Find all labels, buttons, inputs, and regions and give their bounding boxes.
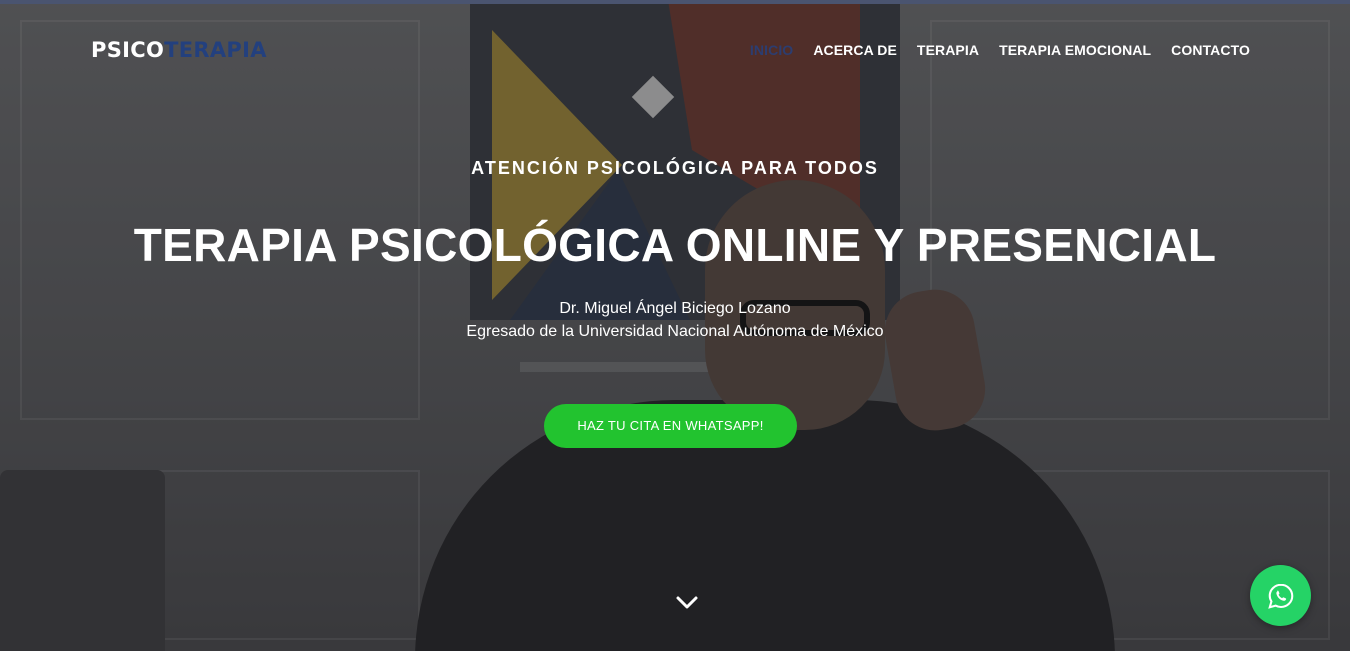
nav-item-terapia[interactable]: TERAPIA xyxy=(917,42,979,58)
logo-part-terapia: TERAPIA xyxy=(164,38,267,62)
whatsapp-icon xyxy=(1267,583,1293,609)
hero-eyebrow: ATENCIÓN PSICOLÓGICA PARA TODOS xyxy=(471,158,879,178)
nav-item-inicio[interactable]: INICIO xyxy=(750,42,793,58)
doctor-name: Dr. Miguel Ángel Biciego Lozano xyxy=(559,300,791,317)
nav-item-contacto[interactable]: CONTACTO xyxy=(1171,42,1250,58)
hero-headline: TERAPIA PSICOLÓGICA ONLINE Y PRESENCIAL xyxy=(133,219,1217,271)
chevron-down-icon[interactable] xyxy=(675,594,699,612)
site-logo[interactable]: PSICOTERAPIA xyxy=(91,38,267,62)
main-menu: INICIO ACERCA DE TERAPIA TERAPIA EMOCION… xyxy=(750,42,1250,58)
whatsapp-appointment-button[interactable]: HAZ TU CITA EN WHATSAPP! xyxy=(544,404,797,448)
doctor-university: Egresado de la Universidad Nacional Autó… xyxy=(466,323,884,340)
nav-item-terapia-emocional[interactable]: TERAPIA EMOCIONAL xyxy=(999,42,1151,58)
whatsapp-floating-button[interactable] xyxy=(1250,565,1311,626)
navbar: PSICOTERAPIA INICIO ACERCA DE TERAPIA TE… xyxy=(0,0,1350,100)
logo-part-psico: PSICO xyxy=(91,38,165,62)
nav-item-acerca-de[interactable]: ACERCA DE xyxy=(813,42,897,58)
